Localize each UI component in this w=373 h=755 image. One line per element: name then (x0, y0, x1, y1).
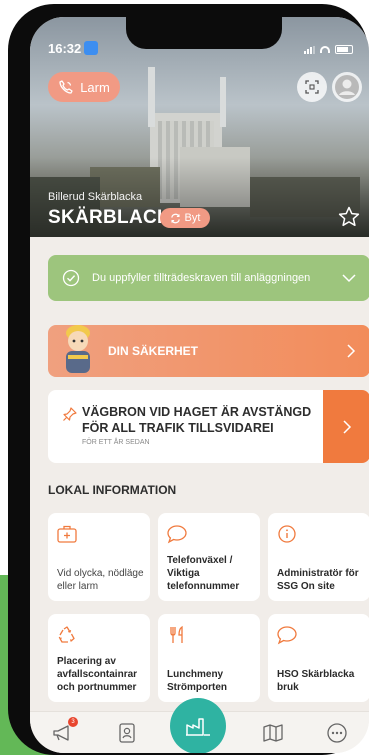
factory-icon (186, 718, 210, 736)
check-circle-icon (62, 269, 80, 287)
nav-contacts[interactable] (114, 720, 140, 746)
swap-icon (170, 213, 180, 223)
alarm-label: Larm (80, 79, 110, 95)
favorite-button[interactable] (337, 205, 361, 229)
notification-badge: 3 (68, 717, 78, 727)
chat-icon (277, 626, 297, 645)
tile-administrator-label: Administratör för SSG On site (277, 568, 359, 592)
tile-waste-containers-label: Placering av avfallscontainrar och portn… (57, 656, 138, 693)
profile-avatar-button[interactable] (332, 72, 362, 102)
nav-map[interactable] (260, 720, 286, 746)
nav-site-home[interactable] (170, 698, 226, 753)
tile-waste-containers[interactable]: Placering av avfallscontainrar och portn… (48, 614, 150, 702)
pin-icon (63, 407, 77, 421)
news-title: VÄGBRON VID HAGET ÄR AVSTÄNGD FÖR ALL TR… (82, 405, 312, 435)
switch-site-label: Byt (184, 212, 201, 224)
tile-phone-numbers-label: Telefonväxel / Viktiga telefonnummer (167, 555, 240, 592)
recycle-icon (58, 626, 75, 643)
tile-hso[interactable]: HSO Skärblacka bruk (268, 614, 369, 702)
nav-more[interactable] (324, 720, 350, 746)
access-status-card[interactable]: Du uppfyller tillträdeskraven till anläg… (48, 255, 369, 301)
status-time: 16:32 (48, 41, 99, 56)
tile-administrator[interactable]: Administratör för SSG On site (268, 513, 369, 601)
app-screen: 16:32 Larm Billerud Skärblacka SKÄRBLACK… (30, 17, 369, 753)
alarm-button[interactable]: Larm (48, 72, 120, 102)
avatar-icon (335, 75, 359, 99)
scan-icon (305, 80, 319, 94)
bottom-navigation: 3 (30, 698, 369, 753)
safety-card[interactable]: DIN SÄKERHET (48, 325, 369, 377)
tile-hso-label: HSO Skärblacka bruk (277, 669, 355, 693)
first-aid-icon (57, 525, 77, 543)
qr-scan-button[interactable] (297, 72, 327, 102)
switch-site-button[interactable]: Byt (160, 208, 210, 228)
nav-announcements[interactable]: 3 (50, 717, 78, 746)
cellular-signal-icon (304, 45, 315, 54)
wifi-icon (320, 46, 330, 53)
tile-lunch-menu[interactable]: Lunchmeny Strömporten (158, 614, 260, 702)
news-card[interactable]: VÄGBRON VID HAGET ÄR AVSTÄNGD FÖR ALL TR… (48, 390, 369, 463)
tile-phone-numbers[interactable]: Telefonväxel / Viktiga telefonnummer (158, 513, 260, 601)
phone-notch (126, 17, 282, 49)
location-arrow-icon (84, 41, 99, 55)
status-icons (304, 45, 353, 54)
info-icon (278, 525, 296, 543)
map-icon (263, 724, 283, 742)
news-date: FÖR ETT ÅR SEDAN (82, 439, 150, 446)
contacts-icon (119, 723, 135, 743)
chevron-down-icon (342, 274, 356, 283)
more-icon (327, 723, 347, 743)
local-info-title: LOKAL INFORMATION (48, 483, 177, 497)
site-subtitle: Billerud Skärblacka (48, 191, 143, 203)
chevron-right-icon (342, 419, 351, 434)
news-open-button[interactable] (323, 390, 369, 463)
tile-emergency[interactable]: Vid olycka, nödläge eller larm (48, 513, 150, 601)
tile-lunch-menu-label: Lunchmeny Strömporten (167, 669, 227, 693)
safety-mascot-icon (66, 325, 90, 373)
chat-icon (167, 525, 187, 544)
cutlery-icon (170, 625, 183, 643)
chevron-right-icon (347, 344, 356, 358)
status-time-text: 16:32 (48, 41, 82, 56)
battery-icon (335, 45, 353, 54)
star-icon (338, 206, 360, 227)
phone-frame: 16:32 Larm Billerud Skärblacka SKÄRBLACK… (8, 4, 369, 755)
tile-emergency-label: Vid olycka, nödläge eller larm (57, 568, 144, 592)
access-status-text: Du uppfyller tillträdeskraven till anläg… (92, 272, 311, 284)
phone-alarm-icon (59, 80, 73, 94)
